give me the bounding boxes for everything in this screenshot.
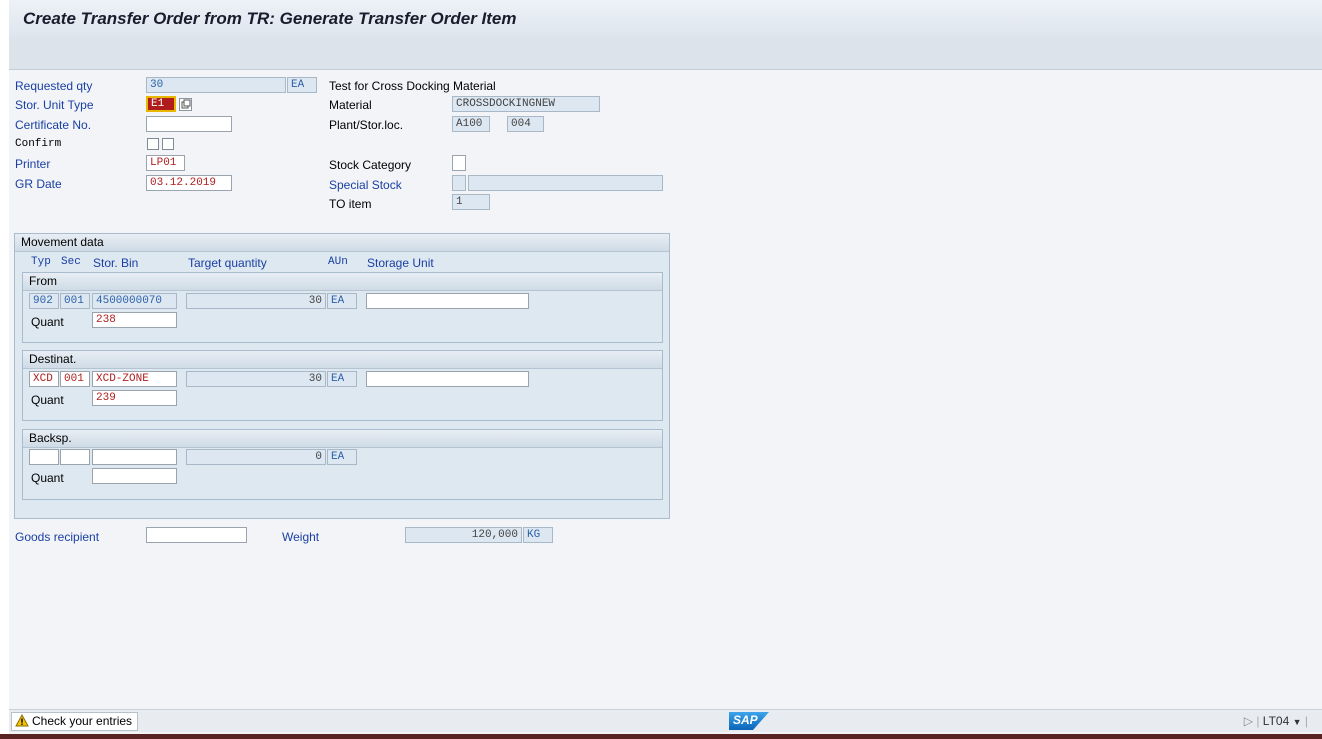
material-description: Test for Cross Docking Material [329,79,496,93]
play-icon: ▷ [1243,714,1253,728]
plant-label: Plant/Stor.loc. [329,118,404,132]
certificate-label: Certificate No. [15,118,92,132]
printer-label: Printer [15,157,51,171]
back-bin-field[interactable] [92,449,177,465]
to-item-label: TO item [329,197,372,211]
value-help-icon[interactable] [179,98,192,111]
from-quant-field[interactable]: 238 [92,312,177,328]
col-stor-bin: Stor. Bin [93,256,139,270]
stock-category-field[interactable] [452,155,466,171]
confirm-checkbox-2[interactable] [162,138,174,150]
special-stock-indicator [452,175,466,191]
backspace-title: Backsp. [23,430,662,448]
from-unit-field: EA [327,293,357,309]
status-bar: Check your entries SAP ▷ | LT04 ▼ | [9,709,1322,732]
dest-quant-field[interactable]: 239 [92,390,177,406]
transaction-code-text: LT04 [1262,714,1290,728]
special-stock-label: Special Stock [329,178,402,192]
dest-typ-field[interactable]: XCD [29,371,59,387]
confirm-label: Confirm [15,138,62,150]
col-typ: Typ [31,256,51,268]
col-target-quantity: Target quantity [188,256,267,270]
goods-recipient-field[interactable] [146,527,247,543]
weight-label: Weight [282,530,320,544]
dest-sec-field[interactable]: 001 [60,371,90,387]
from-sec-field: 001 [60,293,90,309]
requested-qty-field: 30 [146,77,286,93]
back-quant-label: Quant [31,471,64,485]
back-typ-field[interactable] [29,449,59,465]
transaction-code[interactable]: ▷ | LT04 ▼ | [1244,714,1308,728]
page-title: Create Transfer Order from TR: Generate … [23,9,517,28]
col-sec: Sec [61,256,81,268]
requested-qty-unit: EA [287,77,317,93]
from-target-qty-field: 30 [186,293,326,309]
gr-date-field[interactable]: 03.12.2019 [146,175,232,191]
back-unit-field: EA [327,449,357,465]
certificate-field[interactable] [146,116,232,132]
confirm-checkbox[interactable] [147,138,159,150]
to-item-field: 1 [452,194,490,210]
chevron-down-icon: ▼ [1292,717,1302,727]
plant-field: A100 [452,116,490,132]
goods-recipient-label: Goods recipient [15,530,100,544]
stock-category-label: Stock Category [329,158,412,172]
title-bar: Create Transfer Order from TR: Generate … [9,0,1322,37]
dest-quant-label: Quant [31,393,64,407]
weight-unit-field: KG [523,527,553,543]
sap-logo-text: SAP [733,713,758,727]
requested-qty-label: Requested qty [15,79,93,93]
dest-bin-field[interactable]: XCD-ZONE [92,371,177,387]
col-storage-unit: Storage Unit [367,256,434,270]
special-stock-number [468,175,663,191]
printer-field[interactable]: LP01 [146,155,185,171]
from-title: From [23,273,662,291]
from-storage-unit-field[interactable] [366,293,529,309]
dest-storage-unit-field[interactable] [366,371,529,387]
gr-date-label: GR Date [15,177,62,191]
storage-location-field: 004 [507,116,544,132]
back-sec-field[interactable] [60,449,90,465]
material-label: Material [329,98,372,112]
status-message-text: Check your entries [32,714,133,728]
back-target-qty-field: 0 [186,449,326,465]
window-bottom-edge [0,734,1322,739]
status-message[interactable]: Check your entries [11,712,139,732]
stor-unit-type-label: Stor. Unit Type [15,98,94,112]
warning-icon [15,713,29,732]
from-quant-label: Quant [31,315,64,329]
stor-unit-type-field[interactable]: E1 [146,96,176,112]
destination-title: Destinat. [23,351,662,369]
from-bin-field: 4500000070 [92,293,177,309]
material-field: CROSSDOCKINGNEW [452,96,600,112]
col-aun: AUn [328,256,348,268]
dest-unit-field: EA [327,371,357,387]
weight-field: 120,000 [405,527,522,543]
movement-data-title: Movement data [15,234,669,252]
from-typ-field: 902 [29,293,59,309]
dest-target-qty-field: 30 [186,371,326,387]
application-toolbar [9,37,1322,70]
sap-logo: SAP [729,712,769,730]
back-quant-field[interactable] [92,468,177,484]
